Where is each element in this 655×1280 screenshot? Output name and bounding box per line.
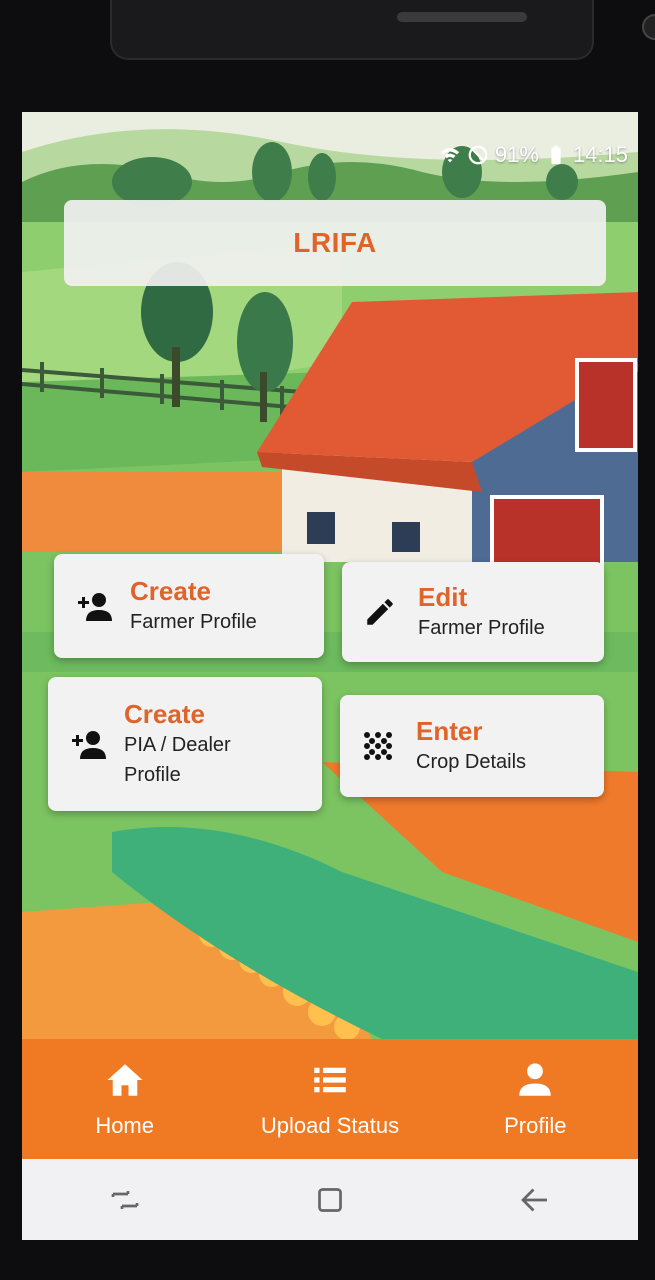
clock: 14:15 <box>572 142 628 167</box>
card-subtitle: Farmer Profile <box>130 611 257 633</box>
battery-percent: 91% <box>494 142 539 167</box>
battery-icon <box>551 145 561 165</box>
home-icon <box>107 1064 143 1096</box>
phone-top-bezel <box>110 0 655 60</box>
add-person-icon <box>72 586 112 626</box>
nav-profile[interactable]: Profile <box>445 1059 625 1139</box>
wifi-icon <box>440 148 460 163</box>
card-subtitle-line2: Profile <box>124 764 181 786</box>
dots-grid-icon <box>358 726 398 766</box>
add-person-icon <box>66 724 106 764</box>
card-title: Create <box>124 699 205 729</box>
edit-farmer-profile-button[interactable]: Edit Farmer Profile <box>342 562 604 662</box>
list-icon <box>314 1067 346 1093</box>
card-subtitle: Farmer Profile <box>418 617 545 639</box>
recents-icon[interactable] <box>107 1182 143 1218</box>
create-pia-dealer-profile-button[interactable]: Create PIA / Dealer Profile <box>48 677 322 811</box>
phone-screen: 91% 14:15 LRIFA Create Farmer Profile Ed… <box>22 112 638 1240</box>
nav-home[interactable]: Home <box>35 1059 215 1139</box>
nav-label: Home <box>95 1113 154 1138</box>
bottom-navigation: Home Upload Status Profile <box>22 1039 638 1159</box>
card-subtitle-line1: PIA / Dealer <box>124 734 231 756</box>
person-icon <box>519 1063 552 1096</box>
create-farmer-profile-button[interactable]: Create Farmer Profile <box>54 554 324 658</box>
do-not-disturb-icon <box>468 145 488 165</box>
nav-label: Upload Status <box>260 1113 400 1138</box>
home-square-icon[interactable] <box>312 1182 348 1218</box>
back-icon[interactable] <box>517 1182 553 1218</box>
nav-label: Profile <box>504 1113 567 1138</box>
card-subtitle: Crop Details <box>416 751 527 773</box>
phone-speaker <box>397 12 527 22</box>
card-title: Enter <box>416 716 483 746</box>
enter-crop-details-button[interactable]: Enter Crop Details <box>340 695 604 797</box>
card-title: Create <box>130 576 211 606</box>
nav-upload-status[interactable]: Upload Status <box>240 1059 420 1139</box>
front-camera <box>642 14 655 40</box>
app-title-bar: LRIFA <box>64 200 606 286</box>
pencil-icon <box>360 592 400 632</box>
app-title: LRIFA <box>293 227 377 258</box>
card-title: Edit <box>418 582 468 612</box>
system-navigation-bar <box>22 1159 638 1240</box>
status-bar: 91% 14:15 <box>439 140 628 170</box>
